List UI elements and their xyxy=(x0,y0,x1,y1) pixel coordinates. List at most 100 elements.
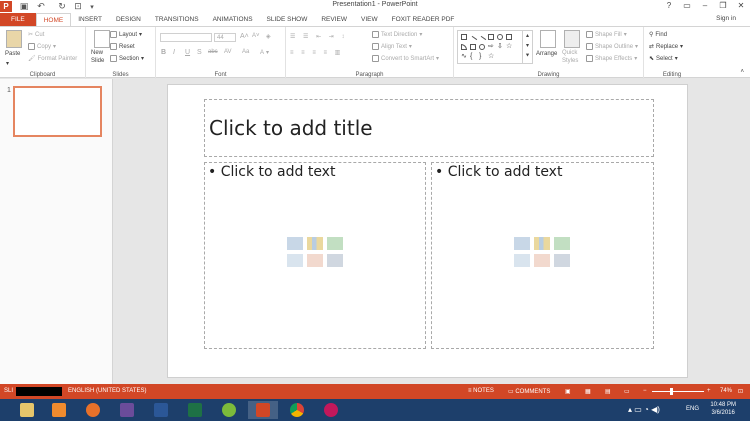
alignment-icon[interactable]: ≡ ≡ ≡ ≡ ▥ xyxy=(290,49,343,56)
taskbar-powerpoint[interactable] xyxy=(248,401,278,419)
zoom-level[interactable]: 74% xyxy=(720,388,732,394)
new-slide-icon[interactable] xyxy=(94,30,110,48)
insert-table-icon[interactable] xyxy=(287,237,303,250)
taskbar-visual-studio[interactable] xyxy=(112,401,142,419)
tab-file[interactable]: FILE xyxy=(0,13,36,26)
insert-chart-icon[interactable] xyxy=(534,237,550,250)
insert-picture-icon[interactable] xyxy=(514,254,530,267)
help-button[interactable]: ? xyxy=(660,0,678,13)
minimize-button[interactable]: – xyxy=(696,0,714,13)
convert-smartart-button[interactable]: Convert to SmartArt ▾ xyxy=(372,55,439,62)
brace-shape-icon[interactable]: { xyxy=(470,53,476,60)
layout-button[interactable]: Layout ▾ xyxy=(110,31,142,38)
bold-button[interactable]: B xyxy=(161,49,166,56)
shape-fill-button[interactable]: Shape Fill ▾ xyxy=(586,31,627,38)
fit-slide-icon[interactable]: ⊡ xyxy=(738,388,743,395)
comments-button[interactable]: ▭ COMMENTS xyxy=(508,388,550,395)
insert-video-icon[interactable] xyxy=(554,254,570,267)
reading-view-icon[interactable]: ▤ xyxy=(605,388,611,395)
arrow-shape-icon[interactable] xyxy=(477,35,487,45)
tab-insert[interactable]: INSERT xyxy=(71,13,109,26)
restore-button[interactable]: ❐ xyxy=(714,0,732,13)
text-direction-button[interactable]: Text Direction ▾ xyxy=(372,31,422,38)
section-button[interactable]: Section ▾ xyxy=(110,55,144,62)
tab-view[interactable]: VIEW xyxy=(354,13,385,26)
shapes-gallery[interactable]: ⇨ ⇩ ☆ ∿ { } ☆ ▴ ▾ ⯆ xyxy=(457,30,533,64)
title-placeholder[interactable]: Click to add title xyxy=(204,99,654,157)
online-pictures-icon[interactable] xyxy=(534,254,550,267)
insert-chart-icon[interactable] xyxy=(307,237,323,250)
shadow-button[interactable]: S xyxy=(197,49,202,56)
zoom-slider[interactable] xyxy=(652,391,704,392)
left-content-placeholder[interactable]: • Click to add text xyxy=(204,162,426,349)
input-language[interactable]: ENG xyxy=(686,406,699,412)
taskbar-media-player[interactable] xyxy=(44,401,74,419)
arrange-button[interactable]: Arrange xyxy=(536,51,557,57)
triangle-shape-icon[interactable] xyxy=(461,44,467,50)
quick-styles-icon[interactable] xyxy=(564,30,580,48)
rounded-rect-shape-icon[interactable] xyxy=(479,44,485,50)
oval-shape-icon[interactable] xyxy=(497,34,503,40)
textbox-shape-icon[interactable] xyxy=(506,34,512,40)
tab-home[interactable]: HOME xyxy=(35,13,72,26)
bracket-shape-icon[interactable]: } xyxy=(479,53,485,60)
strikethrough-button[interactable]: abc xyxy=(208,49,218,55)
ribbon-display-options-icon[interactable]: ▭ xyxy=(678,0,696,13)
paste-dropdown-icon[interactable]: ▾ xyxy=(6,60,9,67)
tab-slide-show[interactable]: SLIDE SHOW xyxy=(260,13,315,26)
zoom-in-icon[interactable]: + xyxy=(707,388,711,394)
slide-sorter-icon[interactable]: ▦ xyxy=(585,388,591,395)
select-button[interactable]: ⬉ Select ▾ xyxy=(649,55,678,63)
square-shape-icon[interactable] xyxy=(488,34,494,40)
align-text-button[interactable]: Align Text ▾ xyxy=(372,43,412,50)
right-content-placeholder[interactable]: • Click to add text xyxy=(431,162,654,349)
taskbar-chrome[interactable] xyxy=(282,401,312,419)
insert-table-icon[interactable] xyxy=(514,237,530,250)
elbow-connector-icon[interactable] xyxy=(470,44,476,50)
normal-view-icon[interactable]: ▣ xyxy=(565,388,571,395)
taskbar-excel[interactable] xyxy=(180,401,210,419)
bullets-icon[interactable]: ☰ ☰ ⇤ ⇥ ↕ xyxy=(290,33,347,40)
paste-button[interactable]: Paste xyxy=(5,51,20,57)
tab-review[interactable]: REVIEW xyxy=(314,13,354,26)
star-shape-icon[interactable]: ☆ xyxy=(506,43,512,50)
reset-button[interactable]: Reset xyxy=(110,43,135,50)
gallery-scroll-icon[interactable]: ▴ ▾ ⯆ xyxy=(522,31,532,63)
curve-shape-icon[interactable]: ∿ xyxy=(461,53,467,60)
smiley-shape-icon[interactable]: ☆ xyxy=(488,53,494,60)
slide-canvas[interactable]: Click to add title • Click to add text •… xyxy=(167,84,688,378)
taskbar-app[interactable] xyxy=(316,401,346,419)
insert-smartart-icon[interactable] xyxy=(327,237,343,250)
sign-in-link[interactable]: Sign in xyxy=(716,15,736,22)
copy-button[interactable]: Copy ▾ xyxy=(28,43,56,50)
taskbar-firefox[interactable] xyxy=(78,401,108,419)
tray-icons[interactable]: ▴ ▭ ◔ ◀) xyxy=(628,405,660,414)
replace-button[interactable]: ⇄ Replace ▾ xyxy=(649,43,683,51)
font-color-button[interactable]: A ▾ xyxy=(260,49,269,57)
line-shape-icon[interactable] xyxy=(468,35,478,45)
collapse-ribbon-icon[interactable]: ˄ xyxy=(740,69,744,75)
rectangle-shape-icon[interactable] xyxy=(461,34,467,40)
right-arrow-shape-icon[interactable]: ⇨ xyxy=(488,43,494,50)
insert-video-icon[interactable] xyxy=(327,254,343,267)
change-case-button[interactable]: Aa xyxy=(242,49,249,55)
zoom-out-icon[interactable]: − xyxy=(643,388,647,394)
taskbar-file-explorer[interactable] xyxy=(12,401,42,419)
insert-picture-icon[interactable] xyxy=(287,254,303,267)
close-button[interactable]: ✕ xyxy=(732,0,750,13)
font-size-box[interactable]: 44 xyxy=(214,33,236,42)
shape-outline-button[interactable]: Shape Outline ▾ xyxy=(586,43,638,50)
paste-icon[interactable] xyxy=(6,30,22,48)
font-name-box[interactable] xyxy=(160,33,212,42)
italic-button[interactable]: I xyxy=(173,49,175,56)
taskbar-word[interactable] xyxy=(146,401,176,419)
slide-show-icon[interactable]: ▭ xyxy=(624,388,630,395)
format-painter-button[interactable]: 🖌 Format Painter xyxy=(28,55,77,63)
tab-transitions[interactable]: TRANSITIONS xyxy=(148,13,206,26)
decrease-font-icon[interactable]: A˅ xyxy=(252,33,260,39)
language-indicator[interactable]: ENGLISH (UNITED STATES) xyxy=(68,388,146,394)
system-clock[interactable]: 10:48 PM 3/6/2016 xyxy=(710,401,736,417)
taskbar-parrot-app[interactable] xyxy=(214,401,244,419)
character-spacing-button[interactable]: AV xyxy=(224,49,232,55)
increase-font-icon[interactable]: A˄ xyxy=(240,33,249,40)
